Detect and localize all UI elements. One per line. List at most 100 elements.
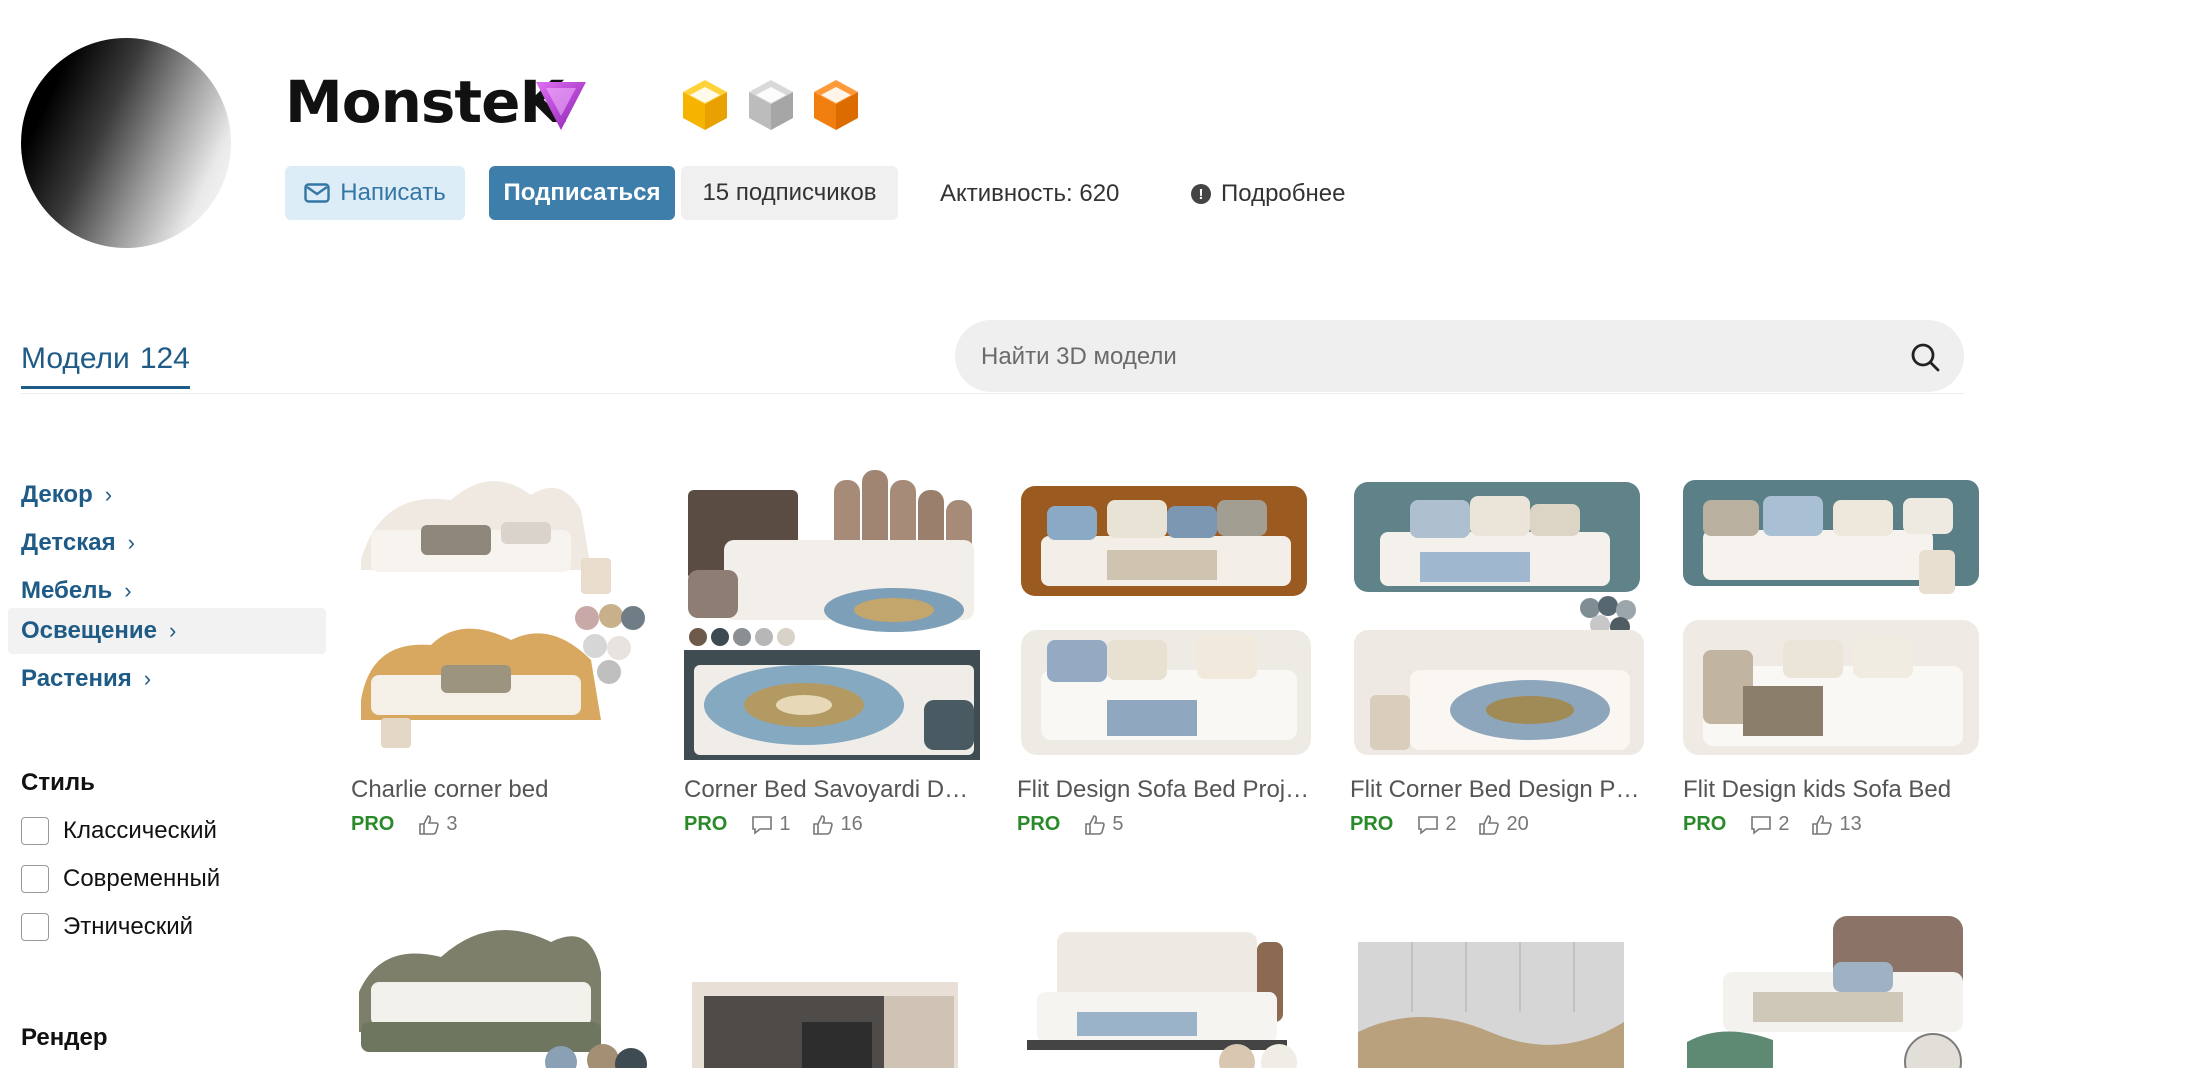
more-info-label: Подробнее xyxy=(1221,180,1346,207)
category-label: Мебель xyxy=(21,577,113,604)
checkbox[interactable] xyxy=(21,817,49,845)
model-thumbnail[interactable] xyxy=(1683,912,1979,1068)
thumbs-up-icon xyxy=(419,814,440,835)
search-bar xyxy=(955,320,1964,394)
avatar xyxy=(21,38,231,248)
mail-icon xyxy=(304,183,330,203)
model-card[interactable]: Flit Corner Bed Design Project PRO 2 20 xyxy=(1350,470,1646,850)
thumbs-up-icon xyxy=(1812,814,1833,835)
model-thumbnail[interactable] xyxy=(1017,470,1313,760)
tab-models-label: Модели xyxy=(21,342,130,375)
search-input[interactable] xyxy=(979,320,1883,394)
model-thumbnail[interactable] xyxy=(1017,912,1313,1068)
bronze-cube-icon xyxy=(814,80,858,130)
model-meta: PRO 1 16 xyxy=(684,813,885,836)
model-meta: PRO 2 13 xyxy=(1683,813,1884,836)
likes-count[interactable]: 3 xyxy=(418,813,457,836)
more-info-link[interactable]: ! Подробнее xyxy=(1191,180,1345,208)
model-thumbnail[interactable] xyxy=(1350,470,1646,760)
write-message-button[interactable]: Написать xyxy=(285,166,465,220)
pro-badge-icon xyxy=(536,82,586,130)
pro-badge: PRO xyxy=(684,813,728,835)
category-label: Растения xyxy=(21,665,132,692)
category-label: Освещение xyxy=(21,617,157,644)
model-title[interactable]: Flit Design kids Sofa Bed xyxy=(1683,776,1979,804)
comment-icon xyxy=(1751,815,1772,835)
comments-count-value: 2 xyxy=(1778,813,1790,835)
checkbox[interactable] xyxy=(21,865,49,893)
thumbs-up-icon xyxy=(1085,814,1106,835)
comment-icon xyxy=(752,815,773,835)
chevron-right-icon: › xyxy=(169,618,177,643)
comments-count[interactable]: 2 xyxy=(1417,813,1456,836)
gold-cube-icon xyxy=(683,80,727,130)
model-card[interactable]: Flit Design Sofa Bed Project PRO 5 xyxy=(1017,470,1313,850)
likes-count[interactable]: 16 xyxy=(812,813,863,836)
tab-models-count: 124 xyxy=(139,342,190,375)
model-card[interactable]: Corner Bed Savoyardi Design Project PRO … xyxy=(684,470,980,850)
likes-count[interactable]: 13 xyxy=(1811,813,1862,836)
comment-icon xyxy=(1418,815,1439,835)
category-decor[interactable]: Декор › xyxy=(8,472,326,518)
model-card[interactable]: Flit Design kids Sofa Bed PRO 2 13 xyxy=(1683,470,1979,850)
likes-count[interactable]: 20 xyxy=(1478,813,1529,836)
info-icon: ! xyxy=(1191,184,1211,204)
chevron-right-icon: › xyxy=(104,482,113,507)
likes-count[interactable]: 5 xyxy=(1084,813,1123,836)
category-label: Детская xyxy=(21,529,116,556)
model-thumbnail[interactable] xyxy=(1350,912,1646,1068)
checkbox-label: Классический xyxy=(63,817,217,844)
likes-count-value: 13 xyxy=(1839,813,1862,835)
write-message-label: Написать xyxy=(340,179,446,206)
thumbs-up-icon xyxy=(1479,814,1500,835)
likes-count-value: 5 xyxy=(1112,813,1124,835)
model-thumbnail[interactable] xyxy=(351,912,647,1068)
pro-badge: PRO xyxy=(351,813,395,835)
checkbox-label: Современный xyxy=(63,865,221,892)
comments-count[interactable]: 1 xyxy=(751,813,790,836)
model-card[interactable]: Charlie corner bed PRO 3 xyxy=(351,470,647,850)
model-title[interactable]: Corner Bed Savoyardi Design Project xyxy=(684,776,980,804)
pro-badge: PRO xyxy=(1350,813,1394,835)
subscribers-button[interactable]: 15 подписчиков xyxy=(681,166,898,220)
comments-count[interactable]: 2 xyxy=(1750,813,1789,836)
render-filter-title: Рендер xyxy=(21,1024,108,1051)
tab-models[interactable]: Модели 124 xyxy=(21,342,190,389)
silver-cube-icon xyxy=(749,80,793,130)
likes-count-value: 20 xyxy=(1506,813,1529,835)
activity-score: Активность: 620 xyxy=(940,180,1120,207)
model-title[interactable]: Flit Design Sofa Bed Project xyxy=(1017,776,1313,804)
likes-count-value: 16 xyxy=(840,813,863,835)
comments-count-value: 2 xyxy=(1445,813,1457,835)
pro-badge: PRO xyxy=(1683,813,1727,835)
category-kids[interactable]: Детская › xyxy=(8,520,326,566)
model-title[interactable]: Flit Corner Bed Design Project xyxy=(1350,776,1646,804)
chevron-right-icon: › xyxy=(124,578,132,603)
checkbox-label: Этнический xyxy=(63,913,194,940)
model-meta: PRO 3 xyxy=(351,813,479,836)
search-icon[interactable] xyxy=(1910,342,1940,372)
checkbox[interactable] xyxy=(21,913,49,941)
category-label: Декор xyxy=(21,481,93,508)
subscribe-button[interactable]: Подписаться xyxy=(489,166,675,220)
model-thumbnail[interactable] xyxy=(684,912,980,1068)
style-ethnic-checkbox[interactable]: Этнический xyxy=(21,913,193,941)
chevron-right-icon: › xyxy=(143,666,152,691)
style-modern-checkbox[interactable]: Современный xyxy=(21,865,220,893)
style-filter-title: Стиль xyxy=(21,769,95,796)
comments-count-value: 1 xyxy=(779,813,791,835)
pro-badge: PRO xyxy=(1017,813,1061,835)
chevron-right-icon: › xyxy=(127,530,135,555)
model-meta: PRO 2 20 xyxy=(1350,813,1551,836)
style-classic-checkbox[interactable]: Классический xyxy=(21,817,217,845)
model-thumbnail[interactable] xyxy=(684,470,980,760)
model-thumbnail[interactable] xyxy=(351,470,647,760)
username: MonsteK xyxy=(285,68,564,136)
model-title[interactable]: Charlie corner bed xyxy=(351,776,647,804)
model-thumbnail[interactable] xyxy=(1683,470,1979,760)
likes-count-value: 3 xyxy=(446,813,458,835)
category-lighting[interactable]: Освещение › xyxy=(8,608,326,654)
model-meta: PRO 5 xyxy=(1017,813,1145,836)
thumbs-up-icon xyxy=(813,814,834,835)
category-plants[interactable]: Растения › xyxy=(8,656,326,702)
